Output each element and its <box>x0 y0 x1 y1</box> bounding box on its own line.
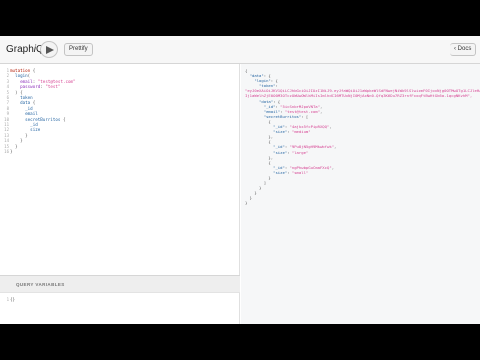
code-token: , <box>319 108 323 114</box>
run-button[interactable] <box>40 41 58 58</box>
toolbar: GraphiQL Prettify ‹ Docs <box>0 36 480 64</box>
code-token: } <box>10 149 13 155</box>
code-token: } <box>10 132 28 138</box>
code-token: } <box>10 143 18 149</box>
code-token: "size" <box>273 169 288 175</box>
play-icon <box>46 46 54 54</box>
graphiql-window: GraphiQL Prettify ‹ Docs 123456789101112… <box>0 36 480 324</box>
query-variables-title: QUERY VARIABLES <box>16 282 65 287</box>
code-token: { <box>30 100 36 106</box>
code-token: ( <box>27 73 31 79</box>
query-editor[interactable]: 1 2 3 4 5 6 7 8 9 10 11 12 13 14 15 16 mutation { login… <box>0 64 240 275</box>
code-token: data <box>20 100 31 106</box>
code-token: { <box>60 116 66 122</box>
code-token: , <box>329 124 332 130</box>
code-token: "medium" <box>291 129 311 135</box>
code-token: _id <box>25 105 33 111</box>
code-token: token <box>20 95 33 101</box>
code-token: { <box>30 68 36 73</box>
code-token: : [ <box>301 113 309 119</box>
result-line: } <box>245 200 480 205</box>
code-token: {} <box>10 297 16 302</box>
result-code: { "data": { "login": { "token": "eyJ0eXAi… <box>245 68 480 206</box>
code-token: "size" <box>273 149 288 155</box>
code-token: mutation <box>10 68 31 73</box>
code-token: "size" <box>273 129 288 135</box>
query-variables-editor[interactable]: 1 {} <box>0 293 240 324</box>
code-token: } <box>10 138 23 144</box>
code-token: email <box>25 111 38 117</box>
query-line-numbers: 1 2 3 4 5 6 7 8 9 10 11 12 13 14 15 16 <box>1 68 9 155</box>
code-token: ) { <box>10 89 23 95</box>
code-token: , <box>334 144 337 150</box>
line-number: 1 <box>6 297 9 302</box>
variables-line-numbers: 1 <box>1 297 9 302</box>
docs-button[interactable]: ‹ Docs <box>450 43 477 56</box>
code-token: email <box>20 78 33 84</box>
result-viewer: { "data": { "login": { "token": "eyJ0eXAi… <box>241 64 480 324</box>
query-variables-header[interactable]: QUERY VARIABLES <box>0 275 240 293</box>
query-gutter: 1 2 3 4 5 6 7 8 9 10 11 12 13 14 15 16 <box>0 64 10 275</box>
query-code[interactable]: mutation { login( email: "test@test.com"… <box>10 68 76 155</box>
line-number: 16 <box>4 149 9 155</box>
code-token: password <box>20 84 41 90</box>
code-token: "large" <box>291 149 309 155</box>
code-token: "test" <box>45 84 61 90</box>
code-token: "small" <box>291 169 309 175</box>
query-line: } <box>10 149 76 154</box>
variables-gutter: 1 <box>0 293 10 324</box>
code-token: "test@test.com" <box>37 78 76 84</box>
variables-line: {} <box>10 297 15 302</box>
code-token: secretBurritos <box>25 116 61 122</box>
prettify-button[interactable]: Prettify <box>64 43 93 56</box>
code-token: _id <box>30 122 38 128</box>
code-token: login <box>15 73 28 79</box>
result-line: Ij1aWelhZjE0O0M3OTczOWUwOWlkMiIsImlhdCI6… <box>245 93 480 98</box>
code-token: , <box>331 164 335 170</box>
code-token: size <box>30 127 41 133</box>
variables-code[interactable]: {} <box>10 297 15 302</box>
code-token: } <box>245 200 248 206</box>
